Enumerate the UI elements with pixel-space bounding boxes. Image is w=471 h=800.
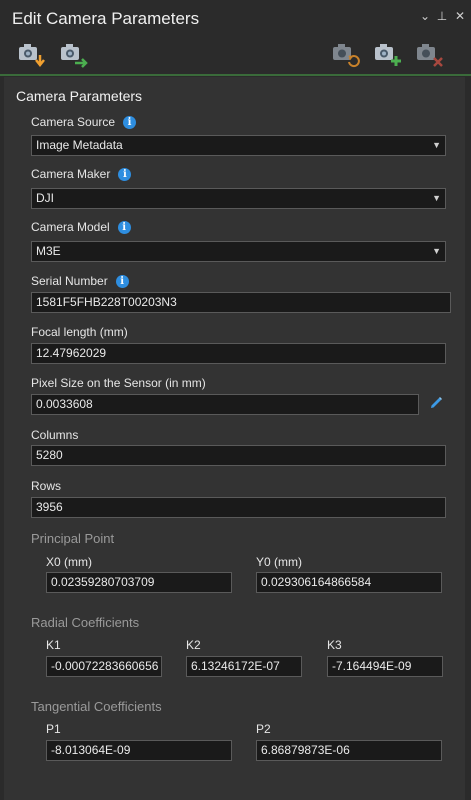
- p2-label: P2: [256, 722, 271, 736]
- pin-icon[interactable]: ⊥: [435, 9, 449, 23]
- camera-model-label: Camera Model i: [31, 220, 131, 234]
- x0-label: X0 (mm): [46, 555, 92, 569]
- p1-input[interactable]: -8.013064E-09: [46, 740, 232, 761]
- tangential-coefficients-title: Tangential Coefficients: [31, 699, 162, 714]
- toolbar-separator: [0, 74, 471, 76]
- info-icon[interactable]: i: [123, 115, 137, 129]
- radial-coefficients-title: Radial Coefficients: [31, 615, 140, 630]
- refresh-camera-button[interactable]: [330, 38, 362, 70]
- principal-point-title: Principal Point: [31, 531, 115, 546]
- rows-label: Rows: [31, 479, 62, 493]
- info-icon[interactable]: i: [117, 220, 131, 234]
- refresh-camera-icon: [333, 44, 360, 68]
- y0-label: Y0 (mm): [256, 555, 302, 569]
- panel-title: Edit Camera Parameters: [12, 9, 200, 28]
- pixel-size-label: Pixel Size on the Sensor (in mm): [31, 376, 206, 390]
- camera-source-label-text: Camera Source: [31, 115, 116, 129]
- pencil-edit-icon[interactable]: [428, 395, 444, 411]
- p2-input[interactable]: 6.86879873E-06: [256, 740, 442, 761]
- columns-input[interactable]: 5280: [31, 445, 446, 466]
- options-chevron-icon[interactable]: ⌄: [418, 9, 432, 23]
- add-camera-icon: [375, 44, 401, 66]
- camera-maker-select[interactable]: DJI ▼: [31, 188, 446, 209]
- rows-input[interactable]: 3956: [31, 497, 446, 518]
- chevron-down-icon: ▼: [432, 140, 441, 150]
- serial-number-input[interactable]: 1581F5FHB228T00203N3: [31, 292, 451, 313]
- close-icon[interactable]: ✕: [453, 9, 467, 23]
- export-camera-icon: [61, 44, 88, 68]
- y0-input[interactable]: 0.029306164866584: [256, 572, 442, 593]
- k2-label: K2: [186, 638, 201, 652]
- columns-label: Columns: [31, 428, 79, 442]
- camera-model-select[interactable]: M3E ▼: [31, 241, 446, 262]
- serial-number-label-text: Serial Number: [31, 274, 108, 288]
- focal-length-input[interactable]: 12.47962029: [31, 343, 446, 364]
- remove-camera-button[interactable]: [414, 38, 446, 70]
- serial-number-label: Serial Number i: [31, 274, 129, 288]
- camera-maker-label: Camera Maker i: [31, 167, 132, 181]
- camera-maker-value: DJI: [36, 191, 54, 205]
- k1-label: K1: [46, 638, 61, 652]
- p1-label: P1: [46, 722, 61, 736]
- x0-input[interactable]: 0.02359280703709: [46, 572, 232, 593]
- k2-input[interactable]: 6.13246172E-07: [186, 656, 302, 677]
- remove-camera-icon: [417, 44, 443, 67]
- import-camera-button[interactable]: [16, 38, 48, 70]
- toolbar: [0, 36, 471, 74]
- camera-source-value: Image Metadata: [36, 138, 123, 152]
- k1-input[interactable]: -0.00072283660656: [46, 656, 162, 677]
- camera-model-value: M3E: [36, 244, 61, 258]
- camera-source-select[interactable]: Image Metadata ▼: [31, 135, 446, 156]
- chevron-down-icon: ▼: [432, 246, 441, 256]
- camera-maker-label-text: Camera Maker: [31, 167, 111, 181]
- k3-input[interactable]: -7.164494E-09: [327, 656, 443, 677]
- add-camera-button[interactable]: [372, 38, 404, 70]
- section-title-camera-parameters: Camera Parameters: [16, 88, 143, 104]
- k3-label: K3: [327, 638, 342, 652]
- camera-model-label-text: Camera Model: [31, 220, 110, 234]
- chevron-down-icon: ▼: [432, 193, 441, 203]
- pixel-size-input[interactable]: 0.0033608: [31, 394, 419, 415]
- camera-source-label: Camera Source i: [31, 115, 137, 129]
- import-camera-icon: [19, 44, 45, 68]
- info-icon[interactable]: i: [118, 167, 132, 181]
- focal-length-label: Focal length (mm): [31, 325, 128, 339]
- title-bar: Edit Camera Parameters ⌄ ⊥ ✕: [0, 0, 471, 36]
- export-camera-button[interactable]: [58, 38, 90, 70]
- info-icon[interactable]: i: [115, 274, 129, 288]
